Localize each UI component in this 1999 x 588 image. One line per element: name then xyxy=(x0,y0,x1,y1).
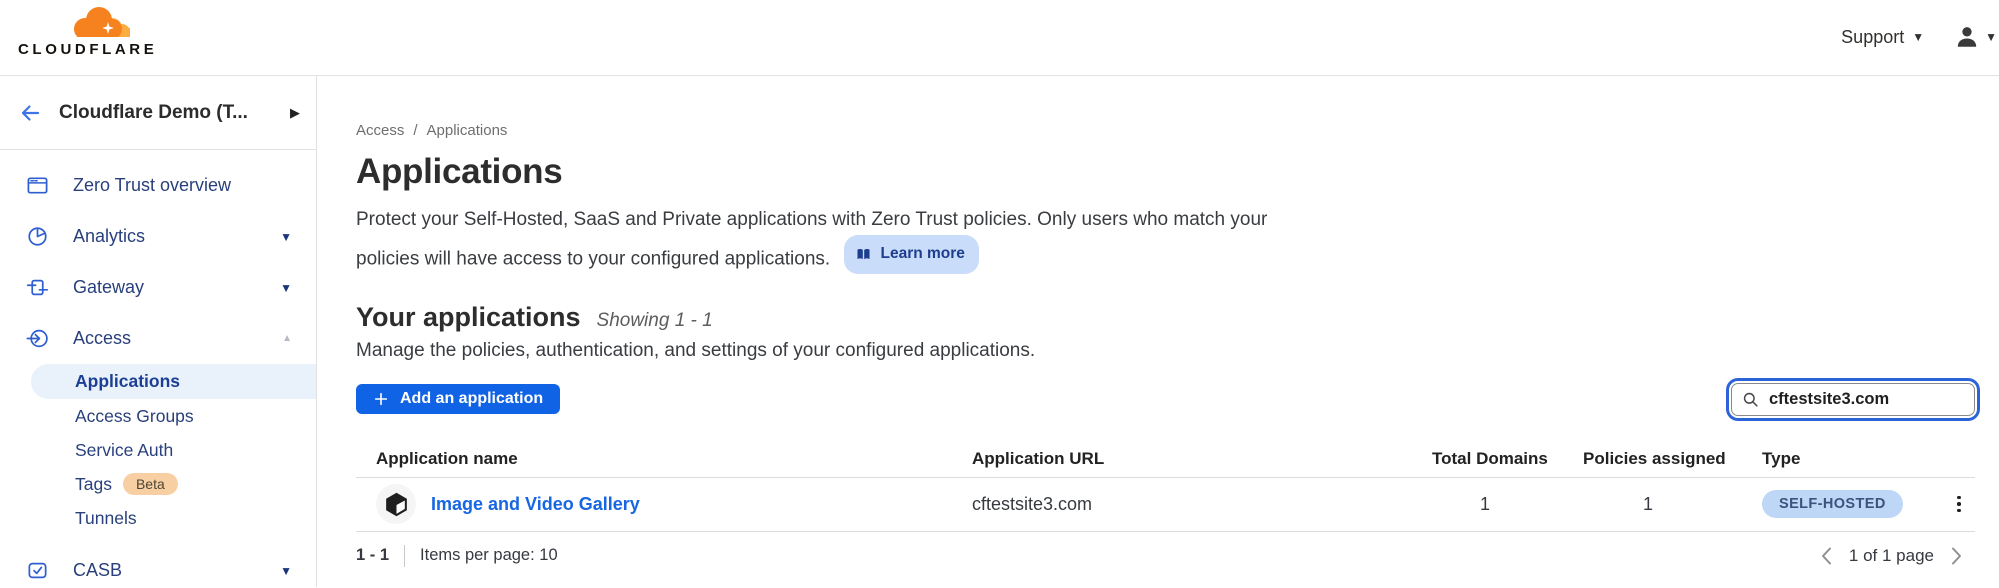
plus-icon xyxy=(373,391,389,407)
chevron-down-icon: ▼ xyxy=(1985,30,1997,44)
chevron-left-icon xyxy=(1820,546,1833,566)
support-label: Support xyxy=(1841,27,1904,48)
breadcrumb-separator: / xyxy=(413,122,417,139)
page-description-text: Protect your Self-Hosted, SaaS and Priva… xyxy=(356,209,1267,270)
overview-window-icon xyxy=(26,174,49,197)
table-row: Image and Video Gallery cftestsite3.com … xyxy=(356,478,1975,532)
account-name: Cloudflare Demo (T... xyxy=(59,102,273,124)
analytics-pie-icon xyxy=(26,225,49,248)
chevron-right-icon xyxy=(1950,546,1963,566)
chevron-down-icon: ▼ xyxy=(280,564,292,578)
column-header-total-domains: Total Domains xyxy=(1432,449,1583,469)
section-subtext: Manage the policies, authentication, and… xyxy=(356,340,1975,362)
sidebar-nav: Zero Trust overview Analytics ▼ Gateway … xyxy=(0,150,316,588)
search-icon xyxy=(1741,390,1760,409)
sidebar-item-label: Tunnels xyxy=(75,508,137,529)
sidebar-item-tags[interactable]: Tags Beta xyxy=(0,467,316,501)
breadcrumb: Access / Applications xyxy=(356,122,1975,139)
application-url-cell: cftestsite3.com xyxy=(972,494,1432,515)
sidebar-item-label: Tags xyxy=(75,474,112,495)
row-actions-menu[interactable] xyxy=(1950,496,1968,513)
top-bar: CLOUDFLARE Support ▼ ▼ xyxy=(0,0,1999,76)
sidebar-item-access[interactable]: Access ▲ xyxy=(0,313,316,364)
table-footer: 1 - 1 Items per page: 10 1 of 1 page xyxy=(356,545,1975,567)
book-icon xyxy=(855,246,872,263)
sidebar-item-gateway[interactable]: Gateway ▼ xyxy=(0,262,316,313)
showing-count: Showing 1 - 1 xyxy=(597,310,713,332)
sidebar-item-applications[interactable]: Applications xyxy=(31,364,316,399)
section-heading: Your applications xyxy=(356,302,581,333)
breadcrumb-applications[interactable]: Applications xyxy=(427,122,508,139)
next-page-button[interactable] xyxy=(1950,546,1963,566)
previous-page-button[interactable] xyxy=(1820,546,1833,566)
account-header: Cloudflare Demo (T... ▶ xyxy=(0,76,316,150)
breadcrumb-access[interactable]: Access xyxy=(356,122,404,139)
sidebar-item-label: Access Groups xyxy=(75,406,194,427)
footer-divider xyxy=(404,545,405,567)
back-arrow-icon[interactable] xyxy=(18,101,42,125)
sidebar-item-zero-trust-overview[interactable]: Zero Trust overview xyxy=(0,160,316,211)
application-avatar xyxy=(376,484,416,524)
chevron-down-icon: ▼ xyxy=(1912,30,1924,44)
items-range: 1 - 1 xyxy=(356,546,389,565)
learn-more-label: Learn more xyxy=(880,239,964,269)
search-input[interactable] xyxy=(1731,383,1975,416)
column-header-application-url: Application URL xyxy=(972,449,1432,469)
beta-badge: Beta xyxy=(123,473,178,495)
column-header-type: Type xyxy=(1762,449,1950,469)
add-application-label: Add an application xyxy=(400,390,543,408)
sidebar-item-label: Service Auth xyxy=(75,440,173,461)
policies-assigned-cell: 1 xyxy=(1583,494,1762,515)
column-header-policies-assigned: Policies assigned xyxy=(1583,449,1762,469)
sidebar-item-service-auth[interactable]: Service Auth xyxy=(0,433,316,467)
total-domains-cell: 1 xyxy=(1432,494,1583,515)
learn-more-button[interactable]: Learn more xyxy=(844,235,978,274)
cloudflare-cloud-icon xyxy=(68,6,132,40)
add-application-button[interactable]: Add an application xyxy=(356,384,560,414)
sidebar-item-casb[interactable]: CASB ▼ xyxy=(0,545,316,588)
sidebar-item-tunnels[interactable]: Tunnels xyxy=(0,501,316,535)
sidebar-item-access-groups[interactable]: Access Groups xyxy=(0,399,316,433)
cloudflare-logo: CLOUDFLARE xyxy=(18,6,168,58)
column-header-application-name: Application name xyxy=(376,449,972,469)
application-name-link[interactable]: Image and Video Gallery xyxy=(431,494,640,515)
sidebar-item-analytics[interactable]: Analytics ▼ xyxy=(0,211,316,262)
expand-panel-icon[interactable]: ▶ xyxy=(290,105,300,121)
support-menu[interactable]: Support ▼ xyxy=(1841,27,1924,48)
table-header-row: Application name Application URL Total D… xyxy=(356,442,1975,478)
sidebar-item-label: Gateway xyxy=(73,277,144,298)
user-menu[interactable]: ▼ xyxy=(1954,24,1997,50)
type-badge: SELF-HOSTED xyxy=(1762,490,1903,518)
brand-wordmark: CLOUDFLARE xyxy=(18,41,168,58)
sidebar-item-label: Applications xyxy=(75,371,180,392)
sidebar: Cloudflare Demo (T... ▶ Zero Trust overv… xyxy=(0,76,317,587)
chevron-down-icon: ▼ xyxy=(280,281,292,295)
sidebar-item-label: Zero Trust overview xyxy=(73,175,231,196)
gateway-icon xyxy=(26,276,49,299)
user-icon xyxy=(1954,24,1980,50)
page-description: Protect your Self-Hosted, SaaS and Priva… xyxy=(356,205,1291,275)
main-content: Access / Applications Applications Prote… xyxy=(317,76,1999,587)
casb-check-icon xyxy=(26,559,49,582)
applications-table: Application name Application URL Total D… xyxy=(356,442,1975,532)
page-title: Applications xyxy=(356,152,1975,192)
sidebar-item-label: Access xyxy=(73,328,131,349)
page-indicator: 1 of 1 page xyxy=(1849,546,1934,566)
cube-icon xyxy=(383,491,410,518)
access-login-icon xyxy=(26,327,49,350)
chevron-up-icon: ▲ xyxy=(282,333,292,344)
sidebar-item-label: Analytics xyxy=(73,226,145,247)
sidebar-item-label: CASB xyxy=(73,560,122,581)
items-per-page[interactable]: Items per page: 10 xyxy=(420,546,558,565)
chevron-down-icon: ▼ xyxy=(280,230,292,244)
